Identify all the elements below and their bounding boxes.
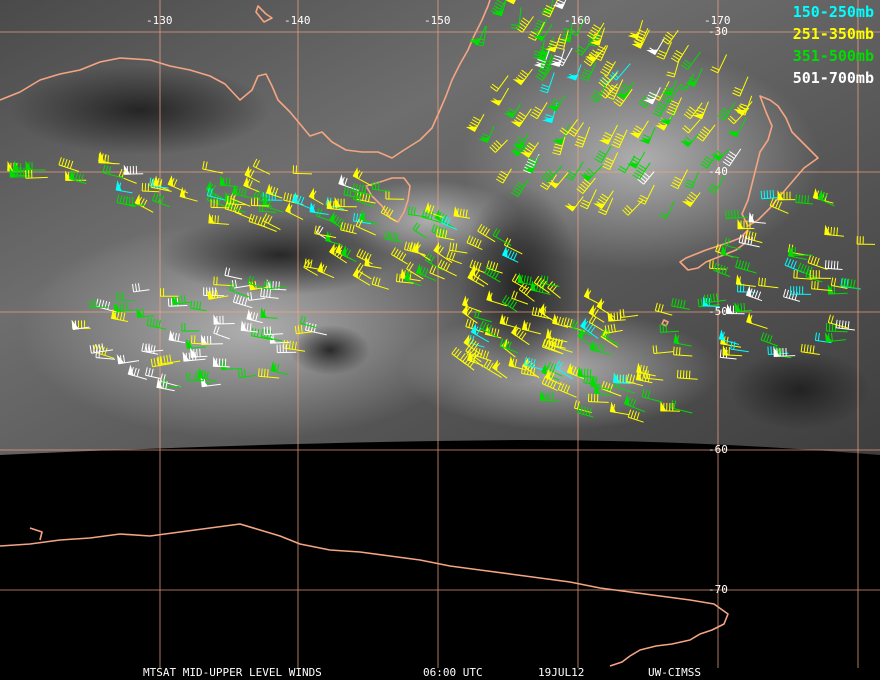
legend-label: 251-350mb: [792, 25, 874, 43]
latitude-label: -50: [708, 305, 728, 318]
legend-150-250mb: 150-250mb: [793, 2, 874, 22]
image-caption: MTSAT MID-UPPER LEVEL WINDS 06:00 UTC 19…: [0, 666, 880, 680]
antarctica-inlet: [29, 527, 43, 541]
valid-date: 19JUL12: [538, 666, 585, 679]
legend-label: 501-700mb: [792, 69, 874, 87]
longitude-label: -140: [284, 14, 311, 27]
legend-501-700mb: 501-700mb: [793, 68, 874, 88]
longitude-label: -150: [424, 14, 451, 27]
longitude-label: -160: [564, 14, 591, 27]
longitude-label: -130: [146, 14, 173, 27]
antarctica-coastline: [0, 523, 729, 667]
legend-351-500mb: 351-500mb: [793, 46, 874, 66]
map-canvas: [0, 0, 880, 668]
legend-label: 351-500mb: [792, 47, 874, 65]
latitude-label: -60: [708, 443, 728, 456]
latitude-label: -40: [708, 165, 728, 178]
valid-time: 06:00 UTC: [423, 666, 483, 679]
legend-251-350mb: 251-350mb: [793, 24, 874, 44]
product-name: MTSAT MID-UPPER LEVEL WINDS: [143, 666, 322, 679]
legend-label: 150-250mb: [792, 3, 874, 21]
data-source: UW-CIMSS: [648, 666, 701, 679]
latitude-label: -70: [708, 583, 728, 596]
satellite-wind-map: 150-250mb 251-350mb 351-500mb 501-700mb …: [0, 0, 880, 680]
latitude-label: -30: [708, 25, 728, 38]
